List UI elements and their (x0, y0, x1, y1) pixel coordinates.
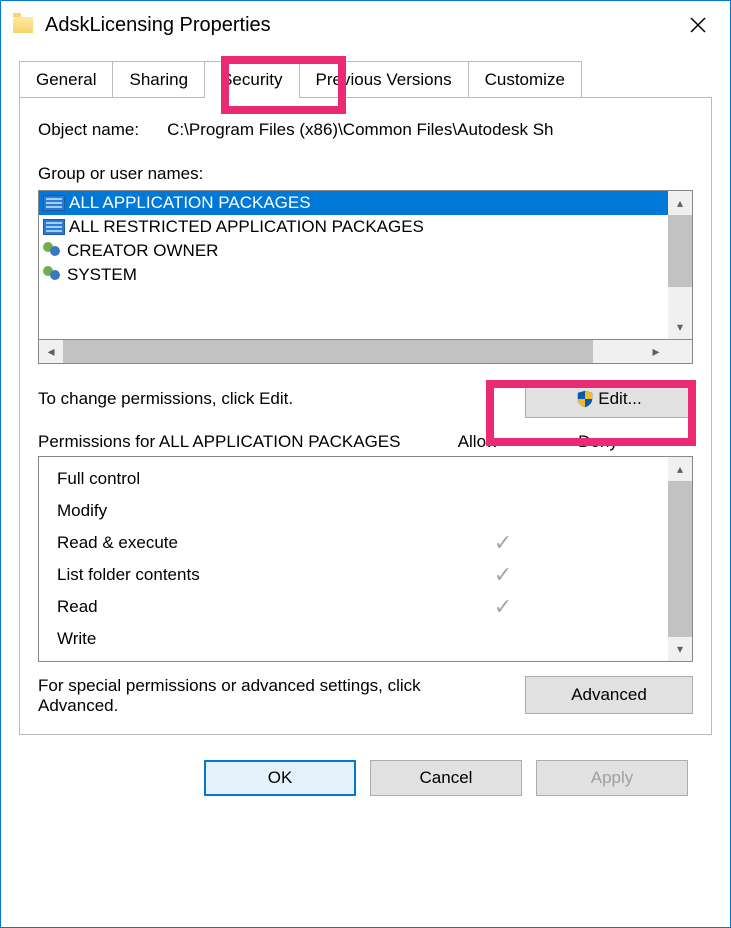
deny-column-header: Deny (538, 432, 658, 452)
scroll-corner (668, 340, 692, 363)
scroll-up-icon[interactable]: ▴ (668, 191, 692, 215)
principal-item[interactable]: CREATOR OWNER (39, 239, 668, 263)
principal-item[interactable]: SYSTEM (39, 263, 668, 287)
permissions-scrollbar[interactable]: ▴ ▾ (668, 457, 692, 661)
users-icon (43, 242, 63, 260)
security-tab-panel: Object name: C:\Program Files (x86)\Comm… (19, 97, 712, 735)
tab-sharing[interactable]: Sharing (112, 61, 205, 98)
ok-label: OK (268, 768, 293, 788)
cancel-label: Cancel (420, 768, 473, 788)
uac-shield-icon (576, 390, 594, 408)
principals-scrollbar[interactable]: ▴ ▾ (668, 191, 692, 339)
window-title: AdskLicensing Properties (45, 14, 678, 37)
group-users-label: Group or user names: (38, 164, 693, 184)
principal-name: ALL APPLICATION PACKAGES (69, 193, 311, 213)
tab-security[interactable]: Security (204, 61, 299, 98)
advanced-button-label: Advanced (571, 685, 647, 705)
permission-row[interactable]: List folder contents✓ (57, 559, 668, 591)
principal-name: ALL RESTRICTED APPLICATION PACKAGES (69, 217, 424, 237)
advanced-button[interactable]: Advanced (525, 676, 693, 714)
hscroll-thumb[interactable] (63, 340, 593, 363)
tab-previous-versions[interactable]: Previous Versions (299, 61, 469, 98)
scroll-down-icon[interactable]: ▾ (668, 315, 692, 339)
scroll-thumb[interactable] (668, 215, 692, 287)
dialog-content: GeneralSharingSecurityPrevious VersionsC… (1, 49, 730, 816)
cancel-button[interactable]: Cancel (370, 760, 522, 796)
hscroll-track[interactable] (593, 340, 644, 363)
permission-row[interactable]: Read✓ (57, 591, 668, 623)
tab-general[interactable]: General (19, 61, 113, 98)
object-name-label: Object name: (38, 120, 139, 140)
close-button[interactable] (678, 5, 718, 45)
edit-button-label: Edit... (598, 389, 641, 409)
permission-row[interactable]: Modify (57, 495, 668, 527)
dialog-buttons: OK Cancel Apply (19, 736, 712, 804)
permission-name: List folder contents (57, 565, 448, 585)
scroll-down-icon[interactable]: ▾ (668, 637, 692, 661)
principal-name: CREATOR OWNER (67, 241, 218, 261)
permission-row[interactable]: Full control (57, 463, 668, 495)
close-icon (690, 17, 706, 33)
principals-hscroll[interactable]: ◂ ▸ (38, 340, 693, 364)
edit-button[interactable]: Edit... (525, 380, 693, 418)
folder-icon (13, 17, 33, 33)
apply-label: Apply (591, 768, 634, 788)
apply-button: Apply (536, 760, 688, 796)
object-name-row: Object name: C:\Program Files (x86)\Comm… (38, 120, 693, 140)
ok-button[interactable]: OK (204, 760, 356, 796)
hscroll-left-icon[interactable]: ◂ (39, 340, 63, 363)
package-icon (43, 219, 65, 235)
scroll-track[interactable] (668, 287, 692, 315)
change-permissions-text: To change permissions, click Edit. (38, 389, 293, 409)
advanced-settings-text: For special permissions or advanced sett… (38, 676, 458, 716)
allow-check-icon: ✓ (448, 530, 558, 556)
titlebar: AdskLicensing Properties (1, 1, 730, 49)
permission-name: Full control (57, 469, 448, 489)
package-icon (43, 195, 65, 211)
hscroll-right-icon[interactable]: ▸ (644, 340, 668, 363)
allow-column-header: Allow (418, 432, 538, 452)
permission-name: Read (57, 597, 448, 617)
permission-name: Modify (57, 501, 448, 521)
allow-check-icon: ✓ (448, 562, 558, 588)
tab-strip: GeneralSharingSecurityPrevious VersionsC… (19, 61, 712, 98)
object-name-value: C:\Program Files (x86)\Common Files\Auto… (167, 120, 553, 140)
principals-listbox[interactable]: ALL APPLICATION PACKAGES ALL RESTRICTED A… (38, 190, 693, 340)
permission-name: Write (57, 629, 448, 649)
tab-customize[interactable]: Customize (468, 61, 582, 98)
principal-item[interactable]: ALL APPLICATION PACKAGES (39, 191, 668, 215)
principal-item[interactable]: ALL RESTRICTED APPLICATION PACKAGES (39, 215, 668, 239)
users-icon (43, 266, 63, 284)
permissions-listbox[interactable]: Full controlModifyRead & execute✓List fo… (38, 456, 693, 662)
permission-name: Read & execute (57, 533, 448, 553)
scroll-thumb[interactable] (668, 481, 692, 637)
permission-row[interactable]: Read & execute✓ (57, 527, 668, 559)
scroll-up-icon[interactable]: ▴ (668, 457, 692, 481)
permission-row[interactable]: Write (57, 623, 668, 655)
permissions-for-label: Permissions for ALL APPLICATION PACKAGES (38, 432, 418, 452)
principal-name: SYSTEM (67, 265, 137, 285)
allow-check-icon: ✓ (448, 594, 558, 620)
